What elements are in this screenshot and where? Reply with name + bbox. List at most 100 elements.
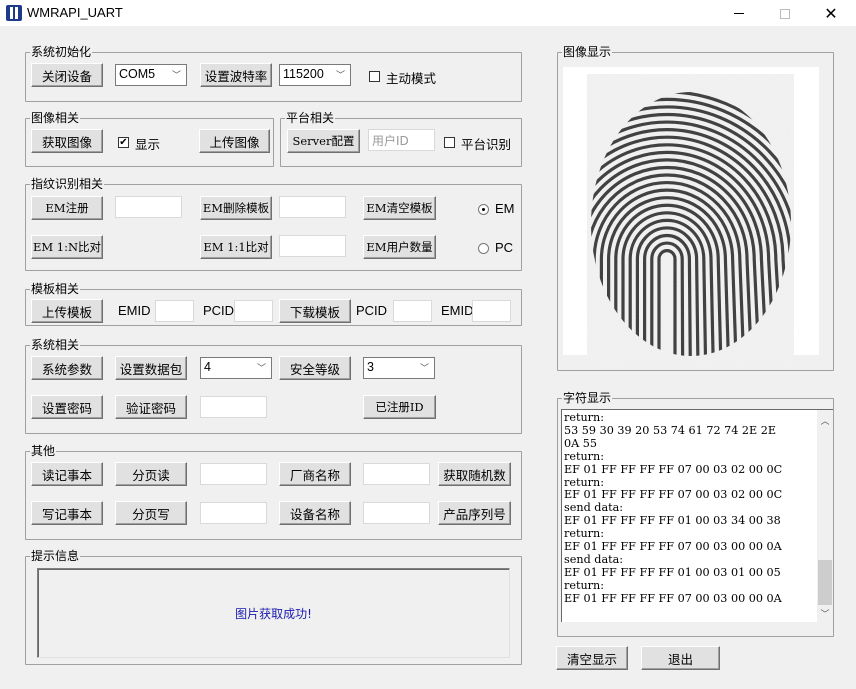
fingerprint-group-label: 指纹识别相关	[30, 177, 105, 191]
registered-id-button[interactable]: 已注册ID	[363, 395, 436, 419]
emid-input-2[interactable]	[472, 300, 511, 322]
pcid-input-1[interactable]	[234, 300, 273, 322]
set-password-button[interactable]: 设置密码	[31, 395, 103, 419]
scroll-down-icon[interactable]: ﹀	[817, 605, 833, 621]
write-notepad-button[interactable]: 写记事本	[31, 501, 103, 525]
platform-identify-checkbox[interactable]	[444, 137, 455, 148]
em-radio[interactable]	[478, 204, 489, 215]
set-packet-button[interactable]: 设置数据包	[115, 356, 187, 380]
set-baud-button[interactable]: 设置波特率	[200, 63, 272, 87]
verify-password-button[interactable]: 验证密码	[115, 395, 187, 419]
vendor-name-input[interactable]	[363, 463, 430, 485]
pc-radio-label: PC	[495, 240, 514, 255]
product-serial-button[interactable]: 产品序列号	[438, 501, 511, 525]
maximize-button[interactable]	[762, 0, 808, 27]
scroll-thumb[interactable]	[818, 560, 832, 605]
status-group-label: 提示信息	[30, 549, 81, 563]
upload-image-button[interactable]: 上传图像	[199, 129, 270, 153]
console-scrollbar[interactable]: ︿ ﹀	[817, 410, 833, 622]
close-button[interactable]: ✕	[808, 0, 854, 27]
em-delete-template-button[interactable]: EM删除模板	[200, 196, 272, 220]
chevron-down-icon: ﹀	[256, 363, 266, 373]
emid-input-1[interactable]	[155, 300, 194, 322]
pcid-label-1: PCID	[203, 303, 235, 318]
em-user-count-button[interactable]: EM用户数量	[363, 235, 436, 259]
platform-identify-label: 平台识别	[461, 137, 512, 152]
device-name-button[interactable]: 设备名称	[279, 501, 351, 525]
em-11-match-button[interactable]: EM 1:1比对	[200, 235, 272, 259]
baud-rate-select[interactable]: 115200 ﹀	[279, 64, 351, 86]
em-11-input[interactable]	[279, 235, 346, 257]
get-image-button[interactable]: 获取图像	[31, 129, 103, 153]
packet-size-select[interactable]: 4 ﹀	[200, 357, 272, 379]
com-port-select[interactable]: COM5 ﹀	[115, 64, 187, 86]
exit-button[interactable]: 退出	[641, 646, 720, 670]
password-input[interactable]	[200, 396, 267, 418]
image-display-frame	[563, 67, 819, 361]
chevron-down-icon: ﹀	[171, 70, 181, 80]
clear-display-button[interactable]: 清空显示	[556, 646, 628, 670]
console-line: return:	[564, 449, 604, 463]
image-display-label: 图像显示	[562, 45, 613, 59]
platform-group-label: 平台相关	[285, 111, 336, 125]
read-notepad-button[interactable]: 读记事本	[31, 462, 103, 486]
pc-radio[interactable]	[478, 243, 489, 254]
fingerprint-svg	[587, 74, 794, 361]
packet-size-value: 4	[204, 360, 211, 374]
show-label: 显示	[135, 137, 161, 152]
fingerprint-image	[587, 74, 794, 361]
emid-label-1: EMID	[118, 303, 151, 318]
console-text: return: 53 59 30 39 20 53 74 61 72 74 2E …	[564, 411, 783, 606]
security-level-select[interactable]: 3 ﹀	[363, 357, 435, 379]
console-line: EF 01 FF FF FF FF 01 00 03 01 00 05	[564, 565, 781, 579]
com-port-value: COM5	[119, 67, 156, 81]
scroll-up-icon[interactable]: ︿	[817, 412, 833, 428]
pcid-input-2[interactable]	[393, 300, 432, 322]
char-display-console[interactable]: return: 53 59 30 39 20 53 74 61 72 74 2E …	[561, 409, 833, 622]
system-group-label: 系统相关	[30, 338, 81, 352]
em-delete-input[interactable]	[279, 196, 346, 218]
other-group-label: 其他	[30, 444, 57, 458]
em-register-button[interactable]: EM注册	[31, 196, 103, 220]
chevron-down-icon: ﹀	[335, 70, 345, 80]
template-group-label: 模板相关	[30, 282, 81, 296]
security-level-button[interactable]: 安全等级	[279, 356, 351, 380]
maximize-icon	[780, 8, 790, 19]
get-random-button[interactable]: 获取随机数	[438, 462, 511, 486]
console-line: EF 01 FF FF FF FF 07 00 03 02 00 0C	[564, 462, 783, 476]
console-line: send data:	[564, 552, 624, 566]
active-mode-checkbox[interactable]	[369, 71, 380, 82]
page-write-input[interactable]	[200, 502, 267, 524]
active-mode-label: 主动模式	[386, 71, 437, 86]
user-id-input[interactable]: 用户ID	[368, 129, 435, 151]
image-group-label: 图像相关	[30, 111, 81, 125]
page-write-button[interactable]: 分页写	[115, 501, 187, 525]
console-line: return:	[564, 578, 604, 592]
window-title: WMRAPI_UART	[27, 5, 123, 20]
em-register-input[interactable]	[115, 196, 182, 218]
server-config-button[interactable]: Server配置	[287, 129, 360, 153]
page-read-button[interactable]: 分页读	[115, 462, 187, 486]
page-read-input[interactable]	[200, 463, 267, 485]
em-1n-match-button[interactable]: EM 1:N比对	[31, 235, 103, 259]
show-checkbox[interactable]: ✔	[118, 137, 129, 148]
minimize-button[interactable]	[716, 0, 762, 27]
status-message: 图片获取成功!	[235, 606, 312, 621]
baud-rate-value: 115200	[283, 67, 324, 81]
title-bar: WMRAPI_UART ✕	[0, 0, 856, 27]
close-device-button[interactable]: 关闭设备	[31, 63, 103, 87]
device-name-input[interactable]	[363, 502, 430, 524]
pcid-label-2: PCID	[356, 303, 388, 318]
upload-template-button[interactable]: 上传模板	[31, 299, 103, 323]
status-message-box: 图片获取成功!	[37, 568, 510, 658]
system-params-button[interactable]: 系统参数	[31, 356, 103, 380]
chevron-down-icon: ﹀	[419, 363, 429, 373]
app-logo-icon	[6, 5, 22, 21]
system-init-label: 系统初始化	[30, 45, 93, 59]
vendor-name-button[interactable]: 厂商名称	[279, 462, 351, 486]
em-clear-template-button[interactable]: EM清空模板	[363, 196, 436, 220]
console-line: return:	[564, 411, 604, 424]
download-template-button[interactable]: 下载模板	[279, 299, 351, 323]
minimize-icon	[734, 13, 744, 14]
char-display-label: 字符显示	[562, 391, 613, 405]
